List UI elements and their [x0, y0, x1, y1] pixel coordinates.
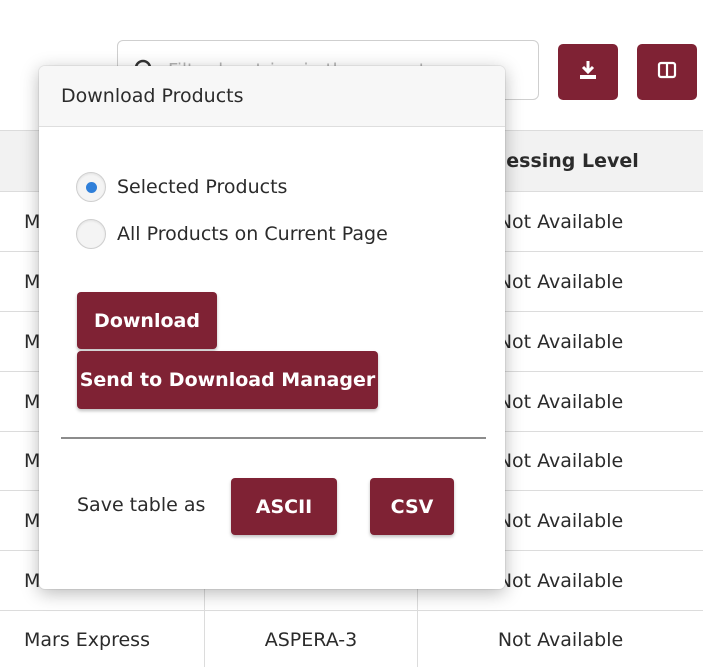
- save-csv-button[interactable]: CSV: [370, 478, 454, 535]
- send-to-download-manager-button[interactable]: Send to Download Manager: [77, 351, 378, 409]
- option-label: Selected Products: [117, 176, 288, 198]
- instrument-cell: ASPERA-3: [205, 611, 418, 667]
- option-selected-products[interactable]: Selected Products: [76, 172, 287, 202]
- option-label: All Products on Current Page: [117, 223, 388, 245]
- divider: [61, 437, 486, 439]
- save-ascii-button[interactable]: ASCII: [231, 478, 337, 535]
- save-table-label: Save table as: [77, 494, 206, 516]
- columns-button[interactable]: [637, 44, 697, 100]
- download-button[interactable]: [558, 44, 618, 100]
- columns-icon: [657, 60, 677, 84]
- dialog-title: Download Products: [39, 66, 505, 127]
- radio-selected[interactable]: [76, 172, 106, 202]
- mission-cell: Mars Express: [0, 611, 205, 667]
- radio-all[interactable]: [76, 219, 106, 249]
- option-all-products[interactable]: All Products on Current Page: [76, 219, 388, 249]
- download-products-dialog: Download Products Selected Products All …: [39, 66, 505, 589]
- download-submit-button[interactable]: Download: [77, 292, 217, 349]
- download-icon: [577, 59, 599, 85]
- table-row[interactable]: Mars Express ASPERA-3 Not Available: [0, 611, 703, 667]
- processing-level-cell: Not Available: [497, 628, 624, 651]
